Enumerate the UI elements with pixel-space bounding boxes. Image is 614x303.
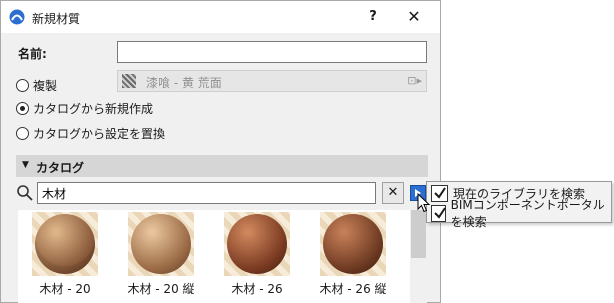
radio-replace-from-catalog[interactable]: カタログから設定を置換	[16, 125, 165, 141]
catalog-section-header[interactable]: ▼ カタログ	[16, 155, 428, 177]
radio-button[interactable]	[16, 126, 29, 140]
material-label: 木材 - 20	[39, 282, 91, 296]
scrollbar-thumb[interactable]	[411, 210, 426, 258]
material-label: 木材 - 26 縦	[319, 282, 387, 296]
material-sphere-preview	[131, 214, 191, 274]
name-input[interactable]	[117, 41, 427, 63]
title-bar: 新規材質 ? ✕	[1, 1, 440, 33]
material-thumbnail[interactable]: 木材 - 20	[18, 210, 102, 303]
material-swatch-icon	[122, 74, 136, 88]
search-bim-portal-option[interactable]: BIMコンポーネントポータルを検索	[431, 198, 611, 229]
radio-new-from-catalog[interactable]: カタログから新規作成	[16, 100, 153, 116]
window-title: 新規材質	[32, 12, 81, 26]
radio-button-selected[interactable]	[16, 101, 29, 115]
help-button[interactable]: ?	[361, 7, 385, 27]
radio-label: カタログから設定を置換	[33, 126, 166, 141]
collapse-triangle-icon: ▼	[22, 160, 29, 170]
material-sphere-preview	[323, 214, 383, 274]
material-thumbnail[interactable]: 木材 - 26 縦	[306, 210, 390, 303]
checkmark-icon	[434, 206, 446, 219]
material-sphere-preview	[35, 214, 95, 274]
mouse-cursor-icon	[417, 193, 431, 213]
catalog-search-input[interactable]	[37, 182, 376, 204]
radio-button[interactable]	[16, 78, 29, 92]
new-material-dialog: 新規材質 ? ✕ 名前: 複製 漆喰 - 黄 荒面 ⊡▸ カタログから新規作成 …	[0, 0, 441, 303]
search-options-popup: 現在のライブラリを検索 BIMコンポーネントポータルを検索	[426, 181, 612, 229]
picker-arrow-icon: ⊡▸	[407, 74, 422, 87]
app-icon	[9, 9, 25, 25]
radio-label: 複製	[33, 78, 58, 93]
clear-search-button[interactable]: ✕	[382, 182, 404, 204]
option-label: BIMコンポーネントポータルを検索	[450, 198, 605, 229]
catalog-results: 木材 - 20 木材 - 20 縦 木材 - 26 木材 - 26 縦	[18, 210, 410, 303]
results-scrollbar[interactable]	[410, 210, 427, 303]
search-icon	[17, 185, 33, 201]
material-thumbnail[interactable]: 木材 - 26	[210, 210, 294, 303]
material-sphere-preview	[227, 214, 287, 274]
material-thumbnail[interactable]: 木材 - 20 縦	[114, 210, 198, 303]
material-label: 木材 - 20 縦	[127, 282, 195, 296]
checkbox-checked[interactable]	[431, 204, 446, 222]
catalog-title: カタログ	[36, 161, 85, 175]
checkmark-icon	[434, 186, 446, 199]
checkbox-checked[interactable]	[431, 184, 448, 202]
duplicate-source-value: 漆喰 - 黄 荒面	[146, 76, 222, 90]
radio-duplicate[interactable]: 複製	[16, 77, 57, 93]
name-label: 名前:	[18, 47, 47, 61]
material-label: 木材 - 26	[231, 282, 283, 296]
close-button[interactable]: ✕	[399, 5, 429, 29]
radio-label: カタログから新規作成	[33, 101, 154, 116]
duplicate-source-select: 漆喰 - 黄 荒面 ⊡▸	[117, 70, 427, 92]
